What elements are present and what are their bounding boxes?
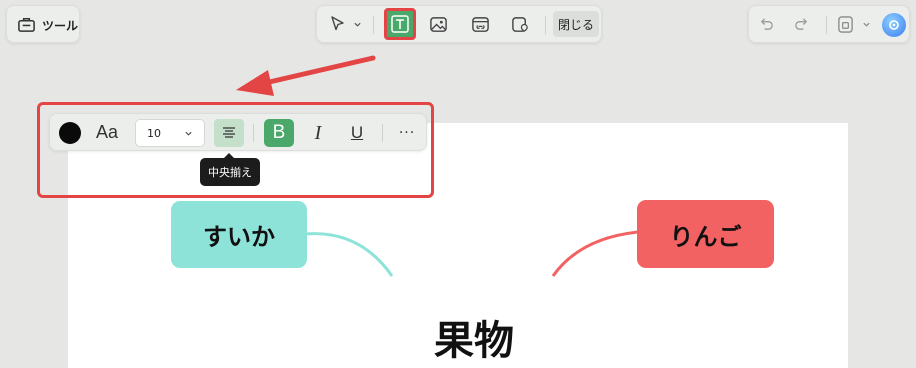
font-size-select[interactable]: 10	[135, 119, 205, 147]
undo-icon[interactable]	[758, 16, 775, 33]
save-icon[interactable]	[837, 15, 854, 34]
mindmap-node-apple[interactable]: りんご	[637, 200, 774, 268]
central-topic[interactable]: 果物	[400, 308, 548, 366]
ai-assistant-icon[interactable]	[882, 13, 906, 37]
image-tool-button[interactable]	[429, 15, 448, 34]
text-box-icon	[390, 14, 410, 34]
tool-label: ツール	[42, 19, 79, 33]
mindmap-node-watermelon[interactable]: すいか	[171, 201, 307, 268]
link-icon	[471, 15, 490, 34]
text-color-swatch[interactable]	[59, 122, 81, 144]
chevron-down-icon[interactable]	[353, 20, 362, 29]
location-pin-icon	[511, 15, 530, 34]
select-tool-button[interactable]	[329, 15, 347, 33]
font-size-value: 10	[147, 127, 161, 140]
image-icon	[429, 15, 448, 34]
location-tool-button[interactable]	[511, 15, 530, 34]
bold-button[interactable]: B	[264, 119, 294, 147]
chevron-down-icon	[184, 129, 193, 138]
toolbox-icon	[17, 15, 36, 34]
italic-button[interactable]: I	[303, 119, 333, 147]
font-button[interactable]: Aa	[96, 122, 118, 143]
format-toolbar: Aa 10 B I U ···	[49, 113, 427, 151]
tool-panel[interactable]: ツール	[6, 5, 80, 43]
text-tool-button[interactable]	[384, 8, 416, 40]
underline-button[interactable]: U	[342, 119, 372, 147]
right-panel	[748, 5, 910, 43]
link-tool-button[interactable]	[471, 15, 490, 34]
cursor-arrow-icon	[329, 15, 347, 33]
main-toolbar: 閉じる	[316, 5, 602, 43]
align-center-icon	[221, 126, 237, 140]
align-center-button[interactable]	[214, 119, 244, 147]
align-center-tooltip: 中央揃え	[200, 153, 260, 186]
annotation-arrow	[236, 55, 376, 96]
redo-icon[interactable]	[793, 16, 810, 33]
close-button[interactable]: 閉じる	[553, 11, 599, 37]
chevron-down-icon[interactable]	[862, 20, 871, 29]
more-options-button[interactable]: ···	[392, 119, 422, 147]
